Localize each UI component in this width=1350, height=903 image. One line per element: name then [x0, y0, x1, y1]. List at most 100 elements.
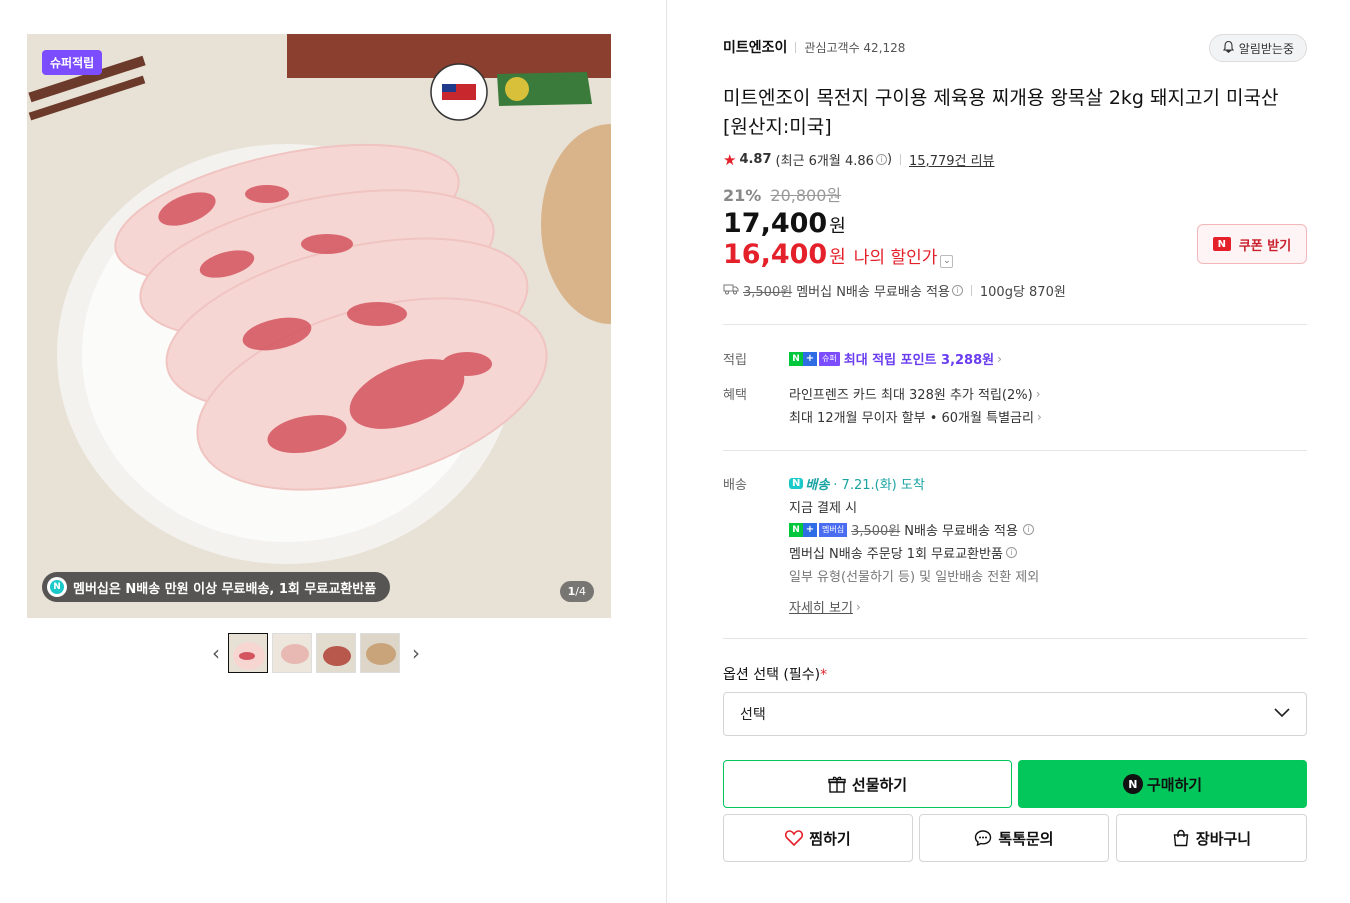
my-price-unit: 원	[829, 247, 846, 268]
gift-icon	[828, 775, 846, 793]
review-count-link[interactable]: 15,779건 리뷰	[909, 150, 995, 169]
my-price-row[interactable]: 16,400 원 나의 할인가 ⌄	[723, 239, 954, 270]
product-title: 미트엔조이 목전지 구이용 제육용 찌개용 왕목살 2kg 돼지고기 미국산 […	[723, 87, 1279, 138]
usmef-logo	[430, 63, 488, 121]
discount-percent: 21%	[723, 186, 762, 205]
original-price: 20,800원	[770, 186, 842, 205]
points-value[interactable]: N + 슈퍼 최대 적립 포인트 3,288원 ›	[789, 349, 1002, 368]
cart-label: 장바구니	[1195, 829, 1252, 848]
points-label: 적립	[723, 353, 747, 368]
seller-name[interactable]: 미트엔조이	[723, 37, 787, 57]
pay-now-text: 지금 결제 시	[789, 501, 858, 516]
alarm-button[interactable]: 알림받는중	[1208, 34, 1307, 62]
vertical-divider	[666, 0, 667, 903]
rating-value: 4.87	[739, 152, 772, 167]
details-link-text: 자세히 보기	[789, 601, 853, 616]
prev-arrow-icon[interactable]: ‹	[204, 633, 228, 673]
sale-price-row: 17,400 원	[723, 208, 846, 239]
wish-button[interactable]: 찜하기	[723, 814, 913, 862]
plus-icon: +	[803, 351, 817, 366]
wish-label: 찜하기	[809, 829, 851, 848]
benefit-label: 혜택	[723, 388, 747, 403]
info-icon[interactable]: i	[1005, 547, 1017, 558]
nebraska-soybean-logo	[497, 72, 592, 106]
super-points-badge: 슈퍼적립	[42, 50, 103, 75]
buy-label: 구매하기	[1146, 775, 1203, 794]
image-counter: 1/4	[559, 581, 594, 602]
gift-label: 선물하기	[851, 775, 908, 794]
chevron-right-icon: ›	[997, 351, 1002, 366]
gift-button[interactable]: 선물하기	[723, 760, 1012, 808]
sale-price: 17,400	[723, 208, 828, 239]
discount-row: 21% 20,800원	[723, 182, 841, 206]
buy-button[interactable]: N 구매하기	[1018, 760, 1307, 808]
thumbnail-2[interactable]	[272, 633, 312, 673]
delivery-label: 배송	[723, 478, 747, 493]
plus-icon: +	[803, 522, 817, 537]
free-shipping-text: 멤버십 N배송 무료배송 적용	[796, 285, 950, 300]
info-icon[interactable]: i	[1022, 524, 1034, 535]
next-arrow-icon[interactable]: ›	[404, 633, 428, 673]
shopping-bag-icon	[1172, 829, 1190, 847]
option-label-text: 옵션 선택 (필수)	[723, 667, 821, 683]
divider	[723, 450, 1307, 451]
chat-bubble-icon	[974, 829, 992, 847]
installment-benefit[interactable]: 최대 12개월 무이자 할부 • 60개월 특별금리 ›	[789, 407, 1042, 427]
follower-count: 관심고객수 42,128	[804, 40, 906, 55]
chevron-right-icon: ›	[1036, 409, 1042, 424]
rating-row: ★ 4.87 (최근 6개월 4.86 i ) 15,779건 리뷰	[723, 150, 995, 170]
chevron-down-icon[interactable]: ⌄	[940, 255, 954, 268]
n-delivery-badge: N 배송	[789, 474, 829, 493]
alarm-label: 알림받는중	[1238, 41, 1294, 56]
shipping-summary: 3,500원 멤버십 N배송 무료배송 적용 i 100g당 870원	[723, 281, 1066, 300]
thumbnail-3[interactable]	[316, 633, 356, 673]
separator	[970, 285, 972, 296]
my-price-label: 나의 할인가	[853, 248, 938, 268]
recent-rating: (최근 6개월 4.86	[775, 154, 874, 169]
old-shipping-fee: 3,500원	[851, 524, 901, 539]
star-icon: ★	[723, 150, 737, 169]
card-benefit[interactable]: 라인프렌즈 카드 최대 328원 추가 적립(2%) ›	[789, 384, 1041, 404]
n-icon: N	[789, 351, 803, 366]
arrival-date: · 7.21.(화) 도착	[833, 478, 925, 493]
pork-shoulder-photo	[27, 34, 611, 618]
seller-row: 미트엔조이 관심고객수 42,128	[723, 37, 905, 57]
talk-label: 톡톡문의	[998, 829, 1054, 848]
coupon-button[interactable]: N 쿠폰 받기	[1197, 224, 1307, 264]
divider	[723, 324, 1307, 325]
main-product-image[interactable]: 슈퍼적립 N 멤버십은 N배송 만원 이상 무료배송, 1회 무료교환반품 1/…	[27, 34, 611, 618]
separator	[795, 41, 797, 53]
n-icon: N	[789, 522, 803, 537]
cart-button[interactable]: 장바구니	[1116, 814, 1307, 862]
exchange-text: 멤버십 N배송 주문당 1회 무료교환반품	[789, 547, 1003, 562]
bell-icon	[1222, 40, 1235, 56]
recent-rating-close: )	[886, 152, 893, 167]
membership-banner: N 멤버십은 N배송 만원 이상 무료배송, 1회 무료교환반품	[42, 572, 391, 602]
old-shipping-fee: 3,500원	[743, 285, 793, 300]
chevron-right-icon: ›	[855, 599, 861, 614]
option-select[interactable]: 선택	[723, 692, 1307, 736]
talk-inquiry-button[interactable]: 톡톡문의	[919, 814, 1109, 862]
my-discount-price: 16,400	[723, 239, 828, 270]
heart-icon	[785, 830, 804, 846]
chevron-right-icon: ›	[1035, 386, 1041, 401]
truck-icon	[723, 283, 739, 298]
naver-pay-icon: N	[1122, 774, 1143, 794]
sale-price-unit: 원	[829, 216, 846, 237]
free-shipping-text: N배송 무료배송 적용	[904, 524, 1018, 539]
option-selected-value: 선택	[740, 707, 766, 723]
details-link[interactable]: 자세히 보기 ›	[789, 597, 861, 617]
thumbnail-1[interactable]	[228, 633, 268, 673]
n-delivery-icon: N	[789, 478, 804, 489]
membership-shipping: N + 멤버십 3,500원 N배송 무료배송 적용 i	[789, 520, 1034, 539]
delivery-arrival: N 배송 · 7.21.(화) 도착	[789, 474, 925, 493]
n-coupon-icon: N	[1212, 237, 1231, 251]
super-chip: 슈퍼	[819, 351, 840, 366]
thumbnail-4[interactable]	[360, 633, 400, 673]
installment-text: 최대 12개월 무이자 할부 • 60개월 특별금리	[789, 411, 1034, 426]
divider	[723, 638, 1307, 639]
membership-chip: 멤버십	[819, 522, 848, 537]
exchange-policy: 멤버십 N배송 주문당 1회 무료교환반품 i	[789, 543, 1017, 562]
info-icon[interactable]: i	[875, 154, 887, 165]
info-icon[interactable]: i	[951, 285, 963, 296]
